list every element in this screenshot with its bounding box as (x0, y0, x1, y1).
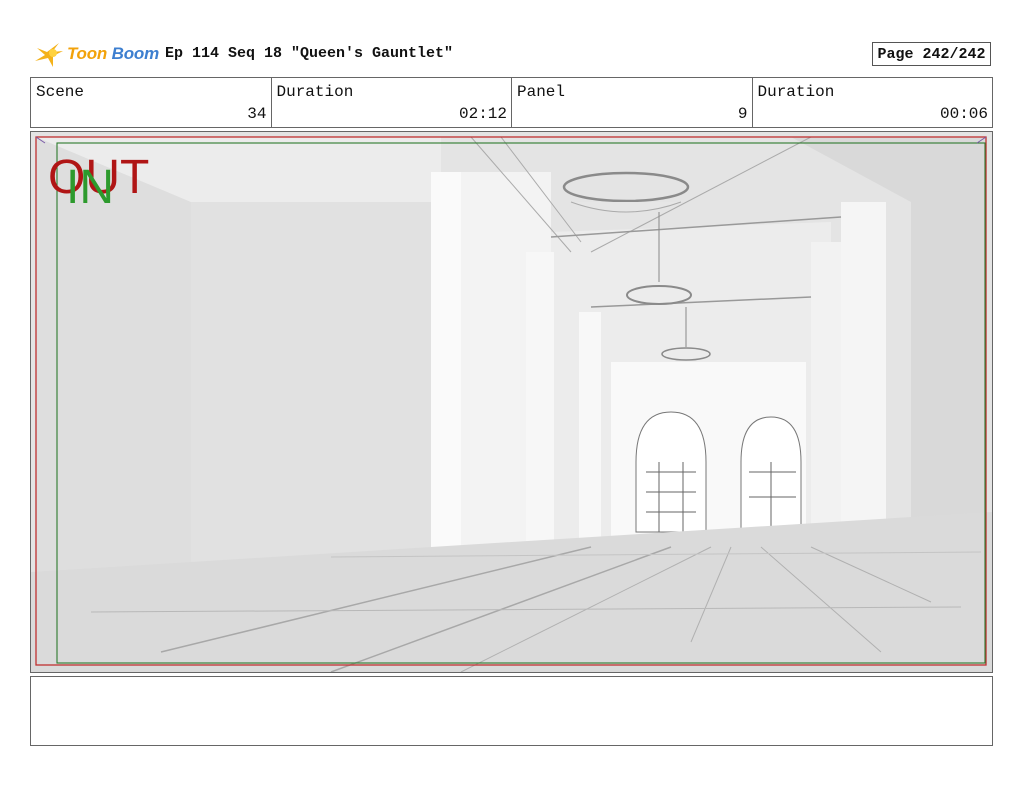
scene-duration-value: 02:12 (458, 105, 507, 123)
panel-value: 9 (737, 105, 748, 123)
panel-duration-label: Duration (757, 83, 835, 101)
panel-cell: Panel 9 (512, 78, 753, 127)
episode-title: Ep 114 Seq 18 "Queen's Gauntlet" (165, 45, 454, 62)
storyboard-panel: OUT IN (30, 131, 993, 673)
scene-cell: Scene 34 (31, 78, 272, 127)
panel-duration-value: 00:06 (939, 105, 988, 123)
hallway-drawing (31, 132, 992, 672)
toon-boom-logo: Toon Boom (33, 38, 159, 70)
scene-duration-label: Duration (276, 83, 354, 101)
scene-duration-cell: Duration 02:12 (272, 78, 512, 127)
in-frame-label: IN (66, 161, 114, 214)
info-row: Scene 34 Duration 02:12 Panel 9 Duration… (30, 77, 993, 128)
panel-label: Panel (517, 83, 566, 101)
scene-label: Scene (36, 83, 85, 101)
star-burst-icon (35, 43, 63, 67)
notes-box (30, 676, 993, 746)
logo-wordmark: Toon Boom (67, 44, 160, 63)
panel-duration-cell: Duration 00:06 (753, 78, 993, 127)
scene-value: 34 (247, 105, 267, 123)
page-number: Page 242/242 (872, 42, 991, 66)
